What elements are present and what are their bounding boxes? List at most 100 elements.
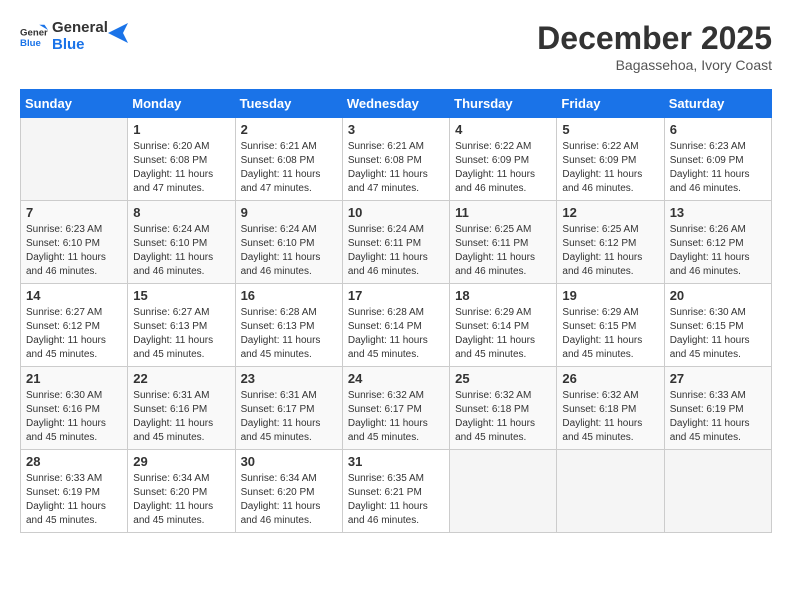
day-number: 8 <box>133 205 229 220</box>
day-number: 2 <box>241 122 337 137</box>
day-detail: Sunrise: 6:33 AM Sunset: 6:19 PM Dayligh… <box>26 472 122 528</box>
table-cell: 9 Sunrise: 6:24 AM Sunset: 6:10 PM Daylig… <box>235 201 342 284</box>
day-detail: Sunrise: 6:22 AM Sunset: 6:09 PM Dayligh… <box>562 140 658 196</box>
day-number: 9 <box>241 205 337 220</box>
logo-blue: Blue <box>52 37 108 54</box>
table-cell: 10 Sunrise: 6:24 AM Sunset: 6:11 PM Dayli… <box>342 201 449 284</box>
calendar-header-row: SundayMondayTuesdayWednesdayThursdayFrid… <box>21 90 772 118</box>
table-cell: 31Sunrise: 6:35 AM Sunset: 6:21 PM Dayli… <box>342 450 449 533</box>
table-cell: 5 Sunrise: 6:22 AM Sunset: 6:09 PM Daylig… <box>557 118 664 201</box>
day-number: 19 <box>562 288 658 303</box>
day-number: 13 <box>670 205 766 220</box>
table-cell: 12Sunrise: 6:25 AM Sunset: 6:12 PM Dayli… <box>557 201 664 284</box>
day-number: 1 <box>133 122 229 137</box>
day-detail: Sunrise: 6:34 AM Sunset: 6:20 PM Dayligh… <box>133 472 229 528</box>
location: Bagassehoa, Ivory Coast <box>537 57 772 73</box>
table-cell: 23 Sunrise: 6:31 AM Sunset: 6:17 PM Dayli… <box>235 367 342 450</box>
header-tuesday: Tuesday <box>235 90 342 118</box>
table-cell <box>557 450 664 533</box>
table-cell <box>450 450 557 533</box>
day-detail: Sunrise: 6:20 AM Sunset: 6:08 PM Dayligh… <box>133 140 229 196</box>
table-cell <box>664 450 771 533</box>
day-detail: Sunrise: 6:30 AM Sunset: 6:15 PM Dayligh… <box>670 306 766 362</box>
header-monday: Monday <box>128 90 235 118</box>
table-cell: 29Sunrise: 6:34 AM Sunset: 6:20 PM Dayli… <box>128 450 235 533</box>
week-row-1: 1 Sunrise: 6:20 AM Sunset: 6:08 PM Daylig… <box>21 118 772 201</box>
day-detail: Sunrise: 6:30 AM Sunset: 6:16 PM Dayligh… <box>26 389 122 445</box>
table-cell: 21Sunrise: 6:30 AM Sunset: 6:16 PM Dayli… <box>21 367 128 450</box>
day-detail: Sunrise: 6:25 AM Sunset: 6:11 PM Dayligh… <box>455 223 551 279</box>
day-number: 7 <box>26 205 122 220</box>
day-detail: Sunrise: 6:23 AM Sunset: 6:09 PM Dayligh… <box>670 140 766 196</box>
table-cell: 19 Sunrise: 6:29 AM Sunset: 6:15 PM Dayli… <box>557 284 664 367</box>
table-cell: 20 Sunrise: 6:30 AM Sunset: 6:15 PM Dayli… <box>664 284 771 367</box>
logo: General Blue General Blue <box>20 20 128 53</box>
day-number: 12 <box>562 205 658 220</box>
month-title: December 2025 <box>537 20 772 57</box>
table-cell: 11Sunrise: 6:25 AM Sunset: 6:11 PM Dayli… <box>450 201 557 284</box>
day-number: 14 <box>26 288 122 303</box>
day-number: 16 <box>241 288 337 303</box>
day-number: 15 <box>133 288 229 303</box>
day-number: 20 <box>670 288 766 303</box>
day-detail: Sunrise: 6:29 AM Sunset: 6:15 PM Dayligh… <box>562 306 658 362</box>
day-number: 3 <box>348 122 444 137</box>
table-cell: 18Sunrise: 6:29 AM Sunset: 6:14 PM Dayli… <box>450 284 557 367</box>
header-thursday: Thursday <box>450 90 557 118</box>
day-number: 18 <box>455 288 551 303</box>
day-detail: Sunrise: 6:32 AM Sunset: 6:17 PM Dayligh… <box>348 389 444 445</box>
day-number: 6 <box>670 122 766 137</box>
day-number: 25 <box>455 371 551 386</box>
day-number: 28 <box>26 454 122 469</box>
day-detail: Sunrise: 6:24 AM Sunset: 6:10 PM Dayligh… <box>241 223 337 279</box>
table-cell: 14Sunrise: 6:27 AM Sunset: 6:12 PM Dayli… <box>21 284 128 367</box>
day-detail: Sunrise: 6:32 AM Sunset: 6:18 PM Dayligh… <box>562 389 658 445</box>
table-cell: 17Sunrise: 6:28 AM Sunset: 6:14 PM Dayli… <box>342 284 449 367</box>
day-detail: Sunrise: 6:33 AM Sunset: 6:19 PM Dayligh… <box>670 389 766 445</box>
table-cell: 2 Sunrise: 6:21 AM Sunset: 6:08 PM Daylig… <box>235 118 342 201</box>
day-number: 31 <box>348 454 444 469</box>
day-detail: Sunrise: 6:34 AM Sunset: 6:20 PM Dayligh… <box>241 472 337 528</box>
table-cell: 27 Sunrise: 6:33 AM Sunset: 6:19 PM Dayli… <box>664 367 771 450</box>
header-saturday: Saturday <box>664 90 771 118</box>
day-detail: Sunrise: 6:23 AM Sunset: 6:10 PM Dayligh… <box>26 223 122 279</box>
day-number: 26 <box>562 371 658 386</box>
logo-arrow-icon <box>108 23 128 43</box>
table-cell: 15 Sunrise: 6:27 AM Sunset: 6:13 PM Dayli… <box>128 284 235 367</box>
table-cell: 24 Sunrise: 6:32 AM Sunset: 6:17 PM Dayli… <box>342 367 449 450</box>
header-sunday: Sunday <box>21 90 128 118</box>
calendar-table: SundayMondayTuesdayWednesdayThursdayFrid… <box>20 89 772 533</box>
day-number: 23 <box>241 371 337 386</box>
title-block: December 2025 Bagassehoa, Ivory Coast <box>537 20 772 73</box>
day-number: 10 <box>348 205 444 220</box>
table-cell: 25Sunrise: 6:32 AM Sunset: 6:18 PM Dayli… <box>450 367 557 450</box>
table-cell: 28 Sunrise: 6:33 AM Sunset: 6:19 PM Dayli… <box>21 450 128 533</box>
day-detail: Sunrise: 6:31 AM Sunset: 6:17 PM Dayligh… <box>241 389 337 445</box>
table-cell: 6 Sunrise: 6:23 AM Sunset: 6:09 PM Daylig… <box>664 118 771 201</box>
header-wednesday: Wednesday <box>342 90 449 118</box>
table-cell: 26 Sunrise: 6:32 AM Sunset: 6:18 PM Dayli… <box>557 367 664 450</box>
day-number: 5 <box>562 122 658 137</box>
day-number: 22 <box>133 371 229 386</box>
day-detail: Sunrise: 6:28 AM Sunset: 6:13 PM Dayligh… <box>241 306 337 362</box>
svg-text:General: General <box>20 27 48 38</box>
day-detail: Sunrise: 6:27 AM Sunset: 6:13 PM Dayligh… <box>133 306 229 362</box>
table-cell: 30Sunrise: 6:34 AM Sunset: 6:20 PM Dayli… <box>235 450 342 533</box>
table-cell: 8Sunrise: 6:24 AM Sunset: 6:10 PM Daylig… <box>128 201 235 284</box>
page-header: General Blue General Blue December 2025 … <box>20 20 772 73</box>
week-row-3: 14Sunrise: 6:27 AM Sunset: 6:12 PM Dayli… <box>21 284 772 367</box>
day-number: 27 <box>670 371 766 386</box>
day-detail: Sunrise: 6:21 AM Sunset: 6:08 PM Dayligh… <box>241 140 337 196</box>
table-cell: 4 Sunrise: 6:22 AM Sunset: 6:09 PM Daylig… <box>450 118 557 201</box>
day-number: 24 <box>348 371 444 386</box>
table-cell: 1 Sunrise: 6:20 AM Sunset: 6:08 PM Daylig… <box>128 118 235 201</box>
week-row-5: 28 Sunrise: 6:33 AM Sunset: 6:19 PM Dayli… <box>21 450 772 533</box>
day-number: 4 <box>455 122 551 137</box>
day-detail: Sunrise: 6:24 AM Sunset: 6:11 PM Dayligh… <box>348 223 444 279</box>
day-detail: Sunrise: 6:22 AM Sunset: 6:09 PM Dayligh… <box>455 140 551 196</box>
table-cell: 13 Sunrise: 6:26 AM Sunset: 6:12 PM Dayli… <box>664 201 771 284</box>
logo-general: General <box>52 20 108 37</box>
table-cell: 7 Sunrise: 6:23 AM Sunset: 6:10 PM Daylig… <box>21 201 128 284</box>
table-cell <box>21 118 128 201</box>
day-detail: Sunrise: 6:26 AM Sunset: 6:12 PM Dayligh… <box>670 223 766 279</box>
